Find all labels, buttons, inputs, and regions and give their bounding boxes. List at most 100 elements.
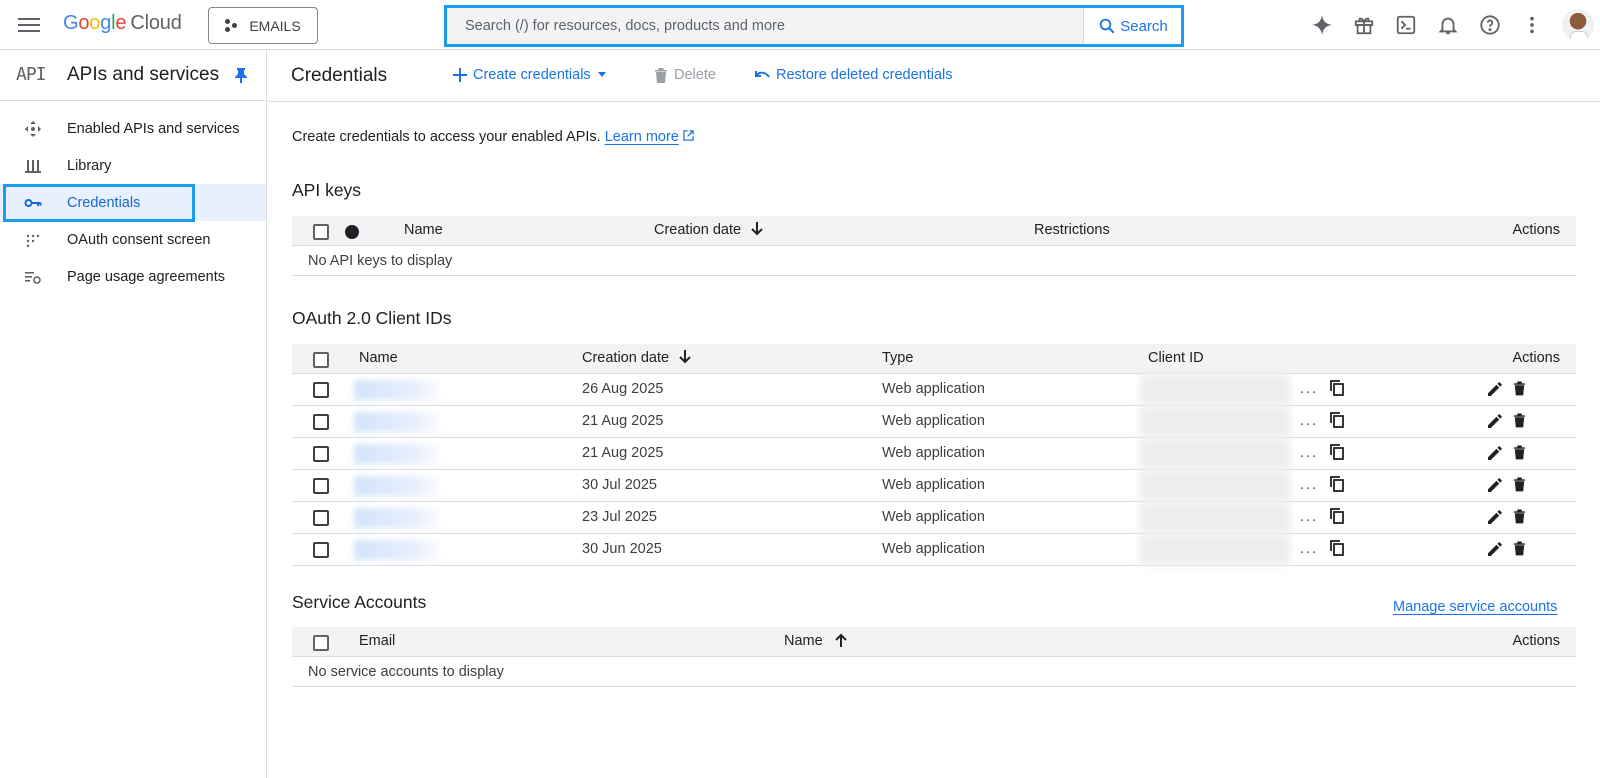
oauth-title: OAuth 2.0 Client IDs xyxy=(292,308,452,328)
settings-list-icon xyxy=(24,268,42,286)
row-checkbox[interactable] xyxy=(313,510,329,526)
api-logo: API xyxy=(16,64,46,85)
client-id-ellipsis: ... xyxy=(1300,477,1319,493)
client-id-ellipsis: ... xyxy=(1300,445,1319,461)
client-name-link[interactable] xyxy=(354,444,444,464)
copy-icon[interactable] xyxy=(1330,380,1344,400)
column-header-email[interactable]: Email xyxy=(359,633,395,649)
manage-service-accounts-link[interactable]: Manage service accounts xyxy=(1393,599,1557,615)
select-all-checkbox[interactable] xyxy=(313,352,329,368)
creation-date: 30 Jul 2025 xyxy=(582,477,657,493)
trash-icon[interactable] xyxy=(1513,444,1526,464)
copy-icon[interactable] xyxy=(1330,508,1344,528)
trash-icon[interactable] xyxy=(1513,508,1526,528)
table-row[interactable]: 26 Aug 2025 Web application... xyxy=(292,374,1576,406)
column-header-name[interactable]: Name xyxy=(404,222,443,238)
client-name-link[interactable] xyxy=(354,412,444,432)
more-vert-icon[interactable] xyxy=(1520,13,1544,37)
sidebar-item-page-usage[interactable]: Page usage agreements xyxy=(0,258,266,295)
client-name-link[interactable] xyxy=(354,476,444,496)
client-id-ellipsis: ... xyxy=(1300,509,1319,525)
trash-icon xyxy=(655,68,667,83)
column-header-creation-date[interactable]: Creation date xyxy=(654,222,763,238)
search-button-label: Search xyxy=(1120,17,1168,35)
create-credentials-label: Create credentials xyxy=(473,67,591,83)
row-checkbox[interactable] xyxy=(313,414,329,430)
project-picker-button[interactable]: EMAILS xyxy=(208,7,318,44)
column-header-creation-date[interactable]: Creation date xyxy=(582,350,691,366)
copy-icon[interactable] xyxy=(1330,540,1344,560)
create-credentials-button[interactable]: Create credentials xyxy=(453,67,607,83)
edit-icon[interactable] xyxy=(1488,445,1503,464)
service-accounts-empty-text: No service accounts to display xyxy=(292,657,1576,687)
sidebar-item-label: Enabled APIs and services xyxy=(67,120,240,137)
terminal-icon[interactable] xyxy=(1394,13,1418,37)
trash-icon[interactable] xyxy=(1513,380,1526,400)
client-id-value xyxy=(1140,502,1290,533)
restore-deleted-button[interactable]: Restore deleted credentials xyxy=(754,67,953,83)
gift-icon[interactable] xyxy=(1352,13,1376,37)
edit-icon[interactable] xyxy=(1488,477,1503,496)
client-name-link[interactable] xyxy=(354,380,444,400)
service-accounts-table: Email Name Actions No service accounts t… xyxy=(292,627,1576,687)
search-input[interactable]: Search (/) for resources, docs, products… xyxy=(447,8,1084,44)
table-header: Name Creation date Type Client ID Action… xyxy=(292,344,1576,374)
help-icon[interactable] xyxy=(1478,13,1502,37)
row-checkbox[interactable] xyxy=(313,382,329,398)
trash-icon[interactable] xyxy=(1513,412,1526,432)
creation-date: 23 Jul 2025 xyxy=(582,509,657,525)
column-header-name[interactable]: Name xyxy=(359,350,398,366)
client-type: Web application xyxy=(882,509,985,525)
oauth-icon xyxy=(24,231,42,249)
learn-more-link[interactable]: Learn more xyxy=(605,129,679,145)
table-header: Email Name Actions xyxy=(292,627,1576,657)
table-row[interactable]: 30 Jun 2025 Web application... xyxy=(292,534,1576,566)
api-keys-table: Name Creation date Restrictions Actions … xyxy=(292,216,1576,276)
table-row[interactable]: 30 Jul 2025 Web application... xyxy=(292,470,1576,502)
copy-icon[interactable] xyxy=(1330,444,1344,464)
sidebar-item-library[interactable]: Library xyxy=(0,147,266,184)
client-name-link[interactable] xyxy=(354,508,444,528)
search-button[interactable]: Search xyxy=(1086,8,1180,44)
client-id-ellipsis: ... xyxy=(1300,413,1319,429)
delete-button[interactable]: Delete xyxy=(654,67,716,83)
select-all-checkbox[interactable] xyxy=(313,635,329,651)
bell-icon[interactable] xyxy=(1436,13,1460,37)
client-type: Web application xyxy=(882,477,985,493)
sidebar-item-enabled-apis[interactable]: Enabled APIs and services xyxy=(0,110,266,147)
edit-icon[interactable] xyxy=(1488,381,1503,400)
edit-icon[interactable] xyxy=(1488,541,1503,560)
client-id-ellipsis: ... xyxy=(1300,541,1319,557)
row-checkbox[interactable] xyxy=(313,542,329,558)
sidebar-item-label: Library xyxy=(67,157,112,174)
edit-icon[interactable] xyxy=(1488,509,1503,528)
arrow-up-icon xyxy=(835,633,847,647)
edit-icon[interactable] xyxy=(1488,413,1503,432)
table-row[interactable]: 21 Aug 2025 Web application... xyxy=(292,406,1576,438)
trash-icon[interactable] xyxy=(1513,540,1526,560)
copy-icon[interactable] xyxy=(1330,476,1344,496)
sidebar-header: API APIs and services xyxy=(0,50,266,101)
column-header-name[interactable]: Name xyxy=(784,633,847,649)
google-cloud-logo[interactable]: Google Cloud xyxy=(63,12,182,35)
sidebar-item-label: Page usage agreements xyxy=(67,268,225,285)
client-id-value xyxy=(1140,438,1290,469)
row-checkbox[interactable] xyxy=(313,446,329,462)
sparkle-icon[interactable] xyxy=(1310,13,1334,37)
avatar[interactable] xyxy=(1562,9,1594,41)
credentials-highlight-frame xyxy=(3,184,195,222)
select-all-checkbox[interactable] xyxy=(313,224,329,240)
row-checkbox[interactable] xyxy=(313,478,329,494)
pin-icon[interactable] xyxy=(234,67,248,86)
client-id-value xyxy=(1140,534,1290,565)
copy-icon[interactable] xyxy=(1330,412,1344,432)
sidebar-item-oauth-consent[interactable]: OAuth consent screen xyxy=(0,221,266,258)
trash-icon[interactable] xyxy=(1513,476,1526,496)
project-name: EMAILS xyxy=(249,17,301,34)
table-row[interactable]: 21 Aug 2025 Web application... xyxy=(292,438,1576,470)
client-type: Web application xyxy=(882,541,985,557)
client-name-link[interactable] xyxy=(354,540,444,560)
main-menu-icon[interactable] xyxy=(18,15,40,35)
search-icon xyxy=(1099,18,1115,34)
table-row[interactable]: 23 Jul 2025 Web application... xyxy=(292,502,1576,534)
